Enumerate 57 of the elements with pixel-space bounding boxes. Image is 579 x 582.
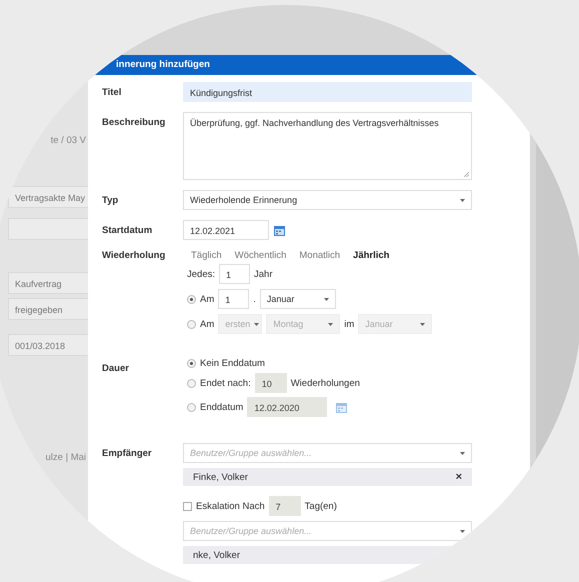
resize-grip-icon[interactable] xyxy=(464,172,469,177)
option-label: Am xyxy=(200,294,214,304)
option-label: Kein Enddatum xyxy=(200,358,265,369)
caret-icon xyxy=(328,322,334,326)
caret-icon xyxy=(420,322,426,326)
frequency-tab[interactable]: Täglich xyxy=(191,250,222,261)
radio-button[interactable] xyxy=(187,294,196,304)
breadcrumb-text: te / 03 V xyxy=(50,135,87,146)
caret-icon xyxy=(460,198,465,202)
field-label: Empfänger xyxy=(102,447,153,459)
description-field[interactable]: Überprüfung, ggf. Nachverhandlung des Vertragsverhältnisses xyxy=(183,112,472,180)
every-label: Jedes: xyxy=(187,268,215,280)
field-label: Beschreibung xyxy=(102,116,166,128)
field-label: Startdatum xyxy=(102,224,154,236)
field-label: Dauer xyxy=(102,362,130,374)
option-label: Enddatum xyxy=(200,402,244,412)
days-field[interactable]: 7 xyxy=(268,496,301,516)
radio-button[interactable] xyxy=(187,320,196,328)
type-dropdown[interactable]: Wiederholende Erinnerung xyxy=(183,190,472,210)
caret-icon xyxy=(254,322,260,326)
option-label: Am xyxy=(200,318,214,330)
frequency-tab[interactable]: Jährlich xyxy=(353,250,390,261)
field-label: Typ xyxy=(102,194,120,206)
unit-label: Wiederholungen xyxy=(290,378,360,388)
form-field: 001/03.2018 xyxy=(8,334,88,356)
start-date-field[interactable]: 12.02.2021 xyxy=(183,220,269,240)
close-icon[interactable]: × xyxy=(456,471,462,483)
count-field[interactable]: 10 xyxy=(254,373,287,393)
people-text: ulze | Mai xyxy=(46,452,87,463)
unit-label: Jahr xyxy=(254,268,272,280)
calendar-icon[interactable] xyxy=(336,402,348,412)
connector-text: im xyxy=(344,318,354,330)
radio-button[interactable] xyxy=(187,378,196,388)
caret-icon xyxy=(460,452,465,454)
radio-button[interactable] xyxy=(187,402,196,412)
field-label: Wiederholung xyxy=(102,250,166,261)
form-field: Vertragsakte May xyxy=(8,186,88,208)
checkbox[interactable] xyxy=(183,502,192,510)
day-field[interactable]: 1 xyxy=(218,289,250,309)
title-field[interactable]: Kündigungsfrist xyxy=(183,82,472,102)
caret-icon xyxy=(324,298,329,300)
end-date-field[interactable]: 12.02.2020 xyxy=(247,397,328,417)
interval-field[interactable]: 1 xyxy=(219,264,250,284)
recipient-chip[interactable]: Finke, Volker × xyxy=(183,468,472,486)
separator-text: . xyxy=(253,294,256,304)
escalation-label: Eskalation Nach xyxy=(196,500,265,512)
option-label: Endet nach: xyxy=(200,378,251,388)
field-label: Titel xyxy=(102,86,122,98)
calendar-icon[interactable] xyxy=(274,224,285,236)
unit-label: Tag(en) xyxy=(304,500,337,512)
month-dropdown[interactable]: Januar xyxy=(260,289,336,309)
radio-button[interactable] xyxy=(187,359,196,368)
frequency-tab[interactable]: Wöchentlich xyxy=(234,250,286,261)
frequency-tab[interactable]: Monatlich xyxy=(299,250,340,261)
form-field: freigegeben xyxy=(8,298,88,320)
caret-icon xyxy=(460,530,465,532)
form-field: Kaufvertrag xyxy=(8,272,88,294)
